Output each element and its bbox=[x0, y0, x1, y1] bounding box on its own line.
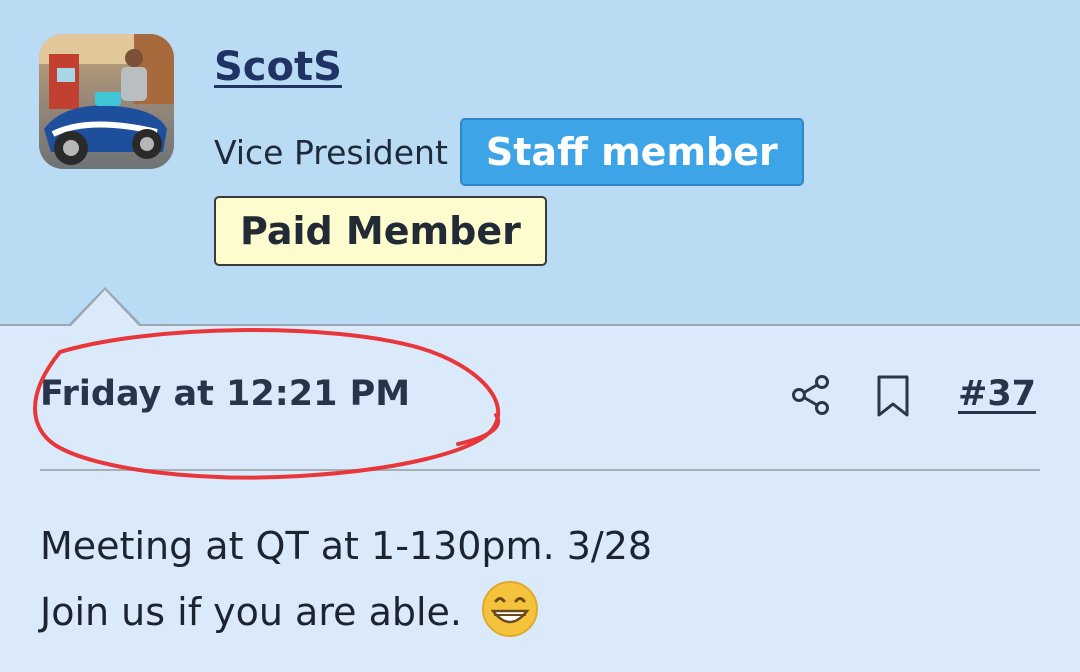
user-title-row: Vice President Staff member bbox=[214, 108, 804, 196]
user-title: Vice President bbox=[214, 132, 448, 172]
post-date-link[interactable]: Friday at 12:21 PM bbox=[40, 374, 410, 414]
staff-member-badge: Staff member bbox=[459, 118, 804, 186]
post-user-header: ScotS Vice President Staff member Paid M… bbox=[0, 0, 1080, 326]
bookmark-icon[interactable] bbox=[874, 374, 912, 418]
post-number-link[interactable]: #37 bbox=[958, 374, 1036, 414]
post-body-line-text: Join us if you are able. bbox=[40, 590, 463, 634]
post-body: Meeting at QT at 1-130pm. 3/28 Join us i… bbox=[40, 514, 652, 644]
share-icon[interactable] bbox=[790, 374, 832, 416]
paid-member-badge: Paid Member bbox=[214, 196, 547, 266]
username-link[interactable]: ScotS bbox=[214, 44, 342, 90]
post-body-line: Meeting at QT at 1-130pm. 3/28 bbox=[40, 524, 653, 568]
header-pointer-arrow-fill bbox=[71, 290, 139, 326]
post-body-line-with-emoji: Join us if you are able. bbox=[40, 579, 652, 644]
grinning-face-emoji-icon bbox=[482, 581, 539, 637]
avatar[interactable] bbox=[39, 34, 174, 169]
post-header-divider bbox=[40, 469, 1040, 471]
